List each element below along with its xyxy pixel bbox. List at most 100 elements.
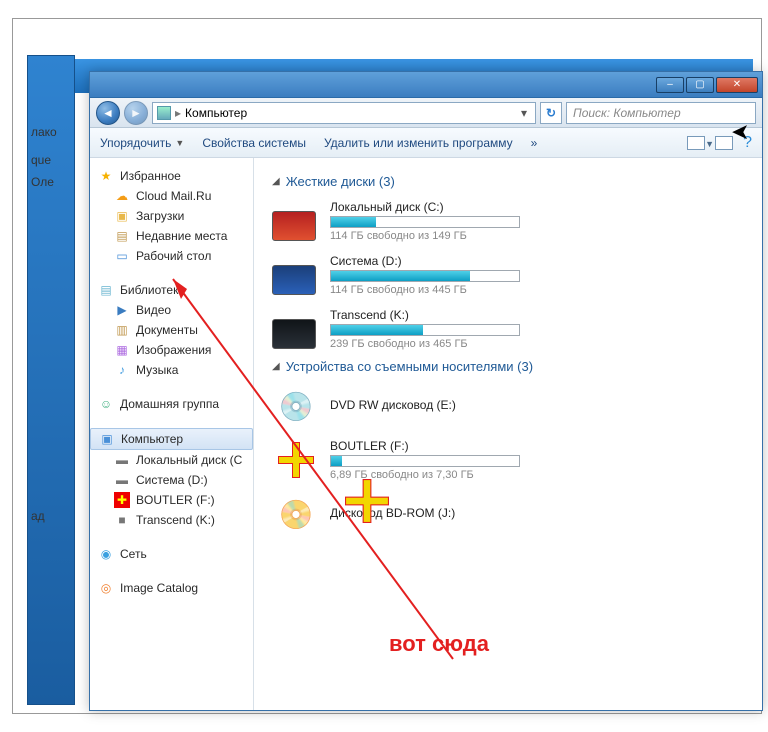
address-location: Компьютер: [185, 106, 247, 120]
refresh-button[interactable]: ↻: [540, 102, 562, 124]
folder-icon: ▣: [114, 208, 130, 224]
catalog-icon: ◎: [98, 580, 114, 596]
image-catalog-header[interactable]: ◎Image Catalog: [90, 578, 253, 598]
hdd-icon: [272, 201, 320, 241]
usb-cross-icon: [276, 440, 316, 480]
drive-space-bar: [330, 216, 520, 228]
drive-free-text: 6,89 ГБ свободно из 7,30 ГБ: [330, 469, 566, 481]
libraries-header[interactable]: ▤Библиотеки: [90, 280, 253, 300]
search-input[interactable]: Поиск: Компьютер: [566, 102, 756, 124]
fav-item[interactable]: ▭ Рабочий стол: [90, 246, 253, 266]
favorites-header[interactable]: ★Избранное: [90, 166, 253, 186]
hdd-icon: [272, 255, 320, 295]
drive-free-text: 239 ГБ свободно из 465 ГБ: [330, 338, 566, 350]
drive-name: Локальный диск (C:): [330, 200, 566, 214]
outer-frame: лако que Оле ад – ▢ ✕ ◄ ► ▸ Компьютер ▾ …: [12, 18, 762, 714]
fav-item[interactable]: ▣ Загрузки: [90, 206, 253, 226]
nav-item-label: Документы: [136, 323, 198, 337]
desktop-icon: ▭: [114, 248, 130, 264]
nav-item-label: Transcend (K:): [136, 513, 215, 527]
hdd-icon: [272, 309, 320, 349]
network-icon: ◉: [98, 546, 114, 562]
view-options-button[interactable]: ▼: [687, 136, 705, 150]
comp-item[interactable]: ✚ BOUTLER (F:): [90, 490, 253, 510]
library-icon: ▤: [98, 282, 114, 298]
explorer-window: – ▢ ✕ ◄ ► ▸ Компьютер ▾ ↻ Поиск: Компьют…: [89, 71, 763, 711]
hdd-category-header[interactable]: ◢Жесткие диски (3): [272, 174, 744, 189]
comp-item[interactable]: ■ Transcend (K:): [90, 510, 253, 530]
lib-item[interactable]: ▶ Видео: [90, 300, 253, 320]
nav-item-label: Изображения: [136, 343, 211, 357]
removable-drive-item[interactable]: 📀 Дисковод BD-ROM (J:): [272, 490, 744, 538]
drive-space-bar: [330, 455, 520, 467]
drive-name: BOUTLER (F:): [330, 439, 566, 453]
video-icon: ▶: [114, 302, 130, 318]
computer-icon: ▣: [99, 431, 115, 447]
drive-space-bar: [330, 270, 520, 282]
uninstall-program-button[interactable]: Удалить или изменить программу: [324, 136, 513, 150]
organize-button[interactable]: Упорядочить▼: [100, 136, 184, 150]
removable-category-header[interactable]: ◢Устройства со съемными носителями (3): [272, 359, 744, 374]
disc-icon: 📀: [279, 498, 314, 531]
docs-icon: ▤: [114, 228, 130, 244]
computer-header[interactable]: ▣Компьютер: [90, 428, 253, 450]
content-pane: ◢Жесткие диски (3) Локальный диск (C:) 1…: [254, 158, 762, 710]
drive-item[interactable]: Система (D:) 114 ГБ свободно из 445 ГБ: [272, 251, 744, 299]
minimize-button[interactable]: –: [656, 77, 684, 93]
image-icon: ▦: [114, 342, 130, 358]
hdd-icon: ▬: [114, 452, 130, 468]
homegroup-icon: ☺: [98, 396, 114, 412]
drive-name: Transcend (K:): [330, 308, 566, 322]
drive-item[interactable]: Локальный диск (C:) 114 ГБ свободно из 1…: [272, 197, 744, 245]
close-button[interactable]: ✕: [716, 77, 758, 93]
back-button[interactable]: ◄: [96, 101, 120, 125]
computer-icon: [157, 106, 171, 120]
nav-item-label: Недавние места: [136, 229, 227, 243]
comp-item[interactable]: ▬ Система (D:): [90, 470, 253, 490]
nav-item-label: Музыка: [136, 363, 178, 377]
usb-icon: ✚: [114, 492, 130, 508]
address-dropdown-icon[interactable]: ▾: [517, 106, 531, 120]
hdd-ext-icon: ■: [114, 512, 130, 528]
system-properties-button[interactable]: Свойства системы: [202, 136, 306, 150]
nav-item-label: BOUTLER (F:): [136, 493, 215, 507]
homegroup-header[interactable]: ☺Домашняя группа: [90, 394, 253, 414]
drive-name: DVD RW дисковод (E:): [330, 398, 566, 412]
removable-drive-item[interactable]: BOUTLER (F:) 6,89 ГБ свободно из 7,30 ГБ: [272, 436, 744, 484]
drive-name: Система (D:): [330, 254, 566, 268]
nav-item-label: Видео: [136, 303, 171, 317]
star-icon: ★: [98, 168, 114, 184]
toolbar-overflow-button[interactable]: »: [531, 136, 538, 150]
nav-item-label: Рабочий стол: [136, 249, 211, 263]
drive-free-text: 114 ГБ свободно из 445 ГБ: [330, 284, 566, 296]
drive-space-bar: [330, 324, 520, 336]
forward-button[interactable]: ►: [124, 101, 148, 125]
navigation-pane: ★Избранное ☁ Cloud Mail.Ru ▣ Загрузки ▤ Недав…: [90, 158, 254, 710]
fav-item[interactable]: ☁ Cloud Mail.Ru: [90, 186, 253, 206]
mouse-cursor-icon: ➤: [731, 119, 749, 145]
nav-item-label: Локальный диск (C: [136, 453, 242, 467]
address-bar[interactable]: ▸ Компьютер ▾: [152, 102, 536, 124]
drive-item[interactable]: Transcend (K:) 239 ГБ свободно из 465 ГБ: [272, 305, 744, 353]
lib-item[interactable]: ▥ Документы: [90, 320, 253, 340]
hdd-icon: ▬: [114, 472, 130, 488]
comp-item[interactable]: ▬ Локальный диск (C: [90, 450, 253, 470]
nav-item-label: Cloud Mail.Ru: [136, 189, 211, 203]
lib-item[interactable]: ♪ Музыка: [90, 360, 253, 380]
lib-item[interactable]: ▦ Изображения: [90, 340, 253, 360]
music-icon: ♪: [114, 362, 130, 378]
cloud-icon: ☁: [114, 188, 130, 204]
network-header[interactable]: ◉Сеть: [90, 544, 253, 564]
maximize-button[interactable]: ▢: [686, 77, 714, 93]
fav-item[interactable]: ▤ Недавние места: [90, 226, 253, 246]
drive-name: Дисковод BD-ROM (J:): [330, 506, 566, 520]
bg-partial-text: лако que Оле ад: [31, 125, 57, 527]
titlebar: – ▢ ✕: [90, 72, 762, 98]
removable-drive-item[interactable]: 💿 DVD RW дисковод (E:): [272, 382, 744, 430]
toolbar: Упорядочить▼ Свойства системы Удалить ил…: [90, 128, 762, 158]
nav-bar: ◄ ► ▸ Компьютер ▾ ↻ Поиск: Компьютер: [90, 98, 762, 128]
doc-icon: ▥: [114, 322, 130, 338]
nav-item-label: Загрузки: [136, 209, 184, 223]
drive-free-text: 114 ГБ свободно из 149 ГБ: [330, 230, 566, 242]
nav-item-label: Система (D:): [136, 473, 208, 487]
